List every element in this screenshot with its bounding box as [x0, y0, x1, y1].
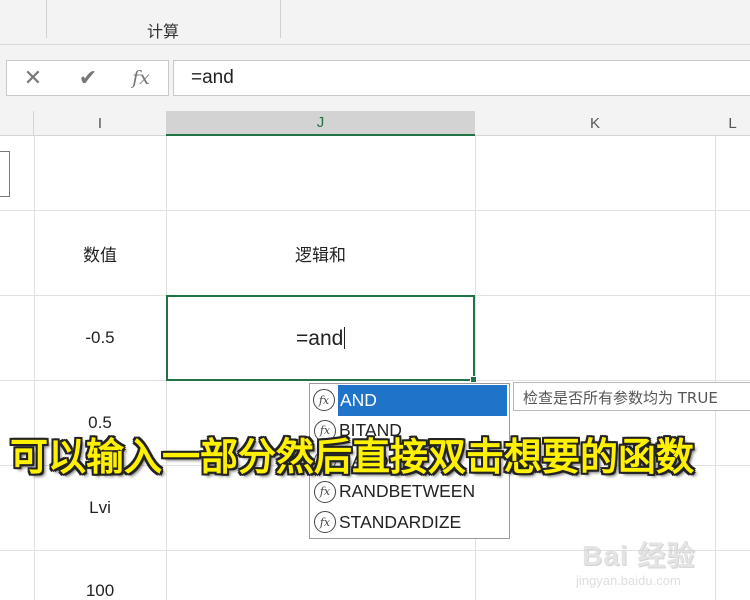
cell-i-header[interactable]: 数值: [34, 211, 166, 295]
active-cell-j[interactable]: =and: [166, 295, 475, 381]
cell-j-header[interactable]: 逻辑和: [166, 211, 475, 295]
function-icon: fx: [314, 480, 336, 503]
shape-edge: [0, 151, 10, 197]
function-tooltip: 检查是否所有参数均为 TRUE: [513, 382, 750, 411]
cell-i-row4[interactable]: 100: [34, 576, 166, 600]
ribbon-separator: [46, 0, 47, 38]
watermark-brand: Bai 经验: [582, 540, 696, 571]
column-header-j[interactable]: J: [166, 111, 475, 136]
baidu-watermark: Bai 经验 jingyan.baidu.com: [574, 534, 744, 594]
instruction-caption: 可以输入一部分然后直接双击想要的函数: [10, 435, 695, 479]
insert-function-icon[interactable]: fx: [115, 61, 167, 95]
cell-i-row1[interactable]: -0.5: [34, 296, 166, 380]
autocomplete-item[interactable]: fx AND: [313, 385, 507, 416]
column-header-i[interactable]: I: [34, 111, 166, 136]
fill-handle[interactable]: [470, 376, 477, 383]
cancel-icon[interactable]: ✕: [7, 61, 59, 95]
grid-line: [715, 136, 716, 600]
ribbon-group-area: 计算: [0, 0, 750, 45]
enter-check-icon[interactable]: ✔: [62, 61, 114, 95]
function-icon: fx: [314, 511, 336, 534]
column-header-blank: [0, 111, 34, 136]
function-icon: fx: [313, 389, 335, 412]
formula-buttons: ✕ ✔ fx: [6, 60, 169, 96]
watermark-url: jingyan.baidu.com: [576, 573, 681, 588]
active-cell-text: =and: [296, 327, 346, 350]
column-header-k[interactable]: K: [475, 111, 715, 136]
autocomplete-item[interactable]: fx STANDARDIZE: [310, 507, 509, 538]
text-caret: [344, 327, 346, 349]
column-header-l[interactable]: L: [715, 111, 750, 136]
ribbon-separator: [280, 0, 281, 38]
ribbon-group-label-calculation: 计算: [146, 22, 179, 41]
formula-bar: ✕ ✔ fx =and: [0, 45, 750, 111]
autocomplete-item[interactable]: fx RANDBETWEEN: [310, 477, 509, 508]
formula-input[interactable]: =and: [173, 60, 750, 96]
